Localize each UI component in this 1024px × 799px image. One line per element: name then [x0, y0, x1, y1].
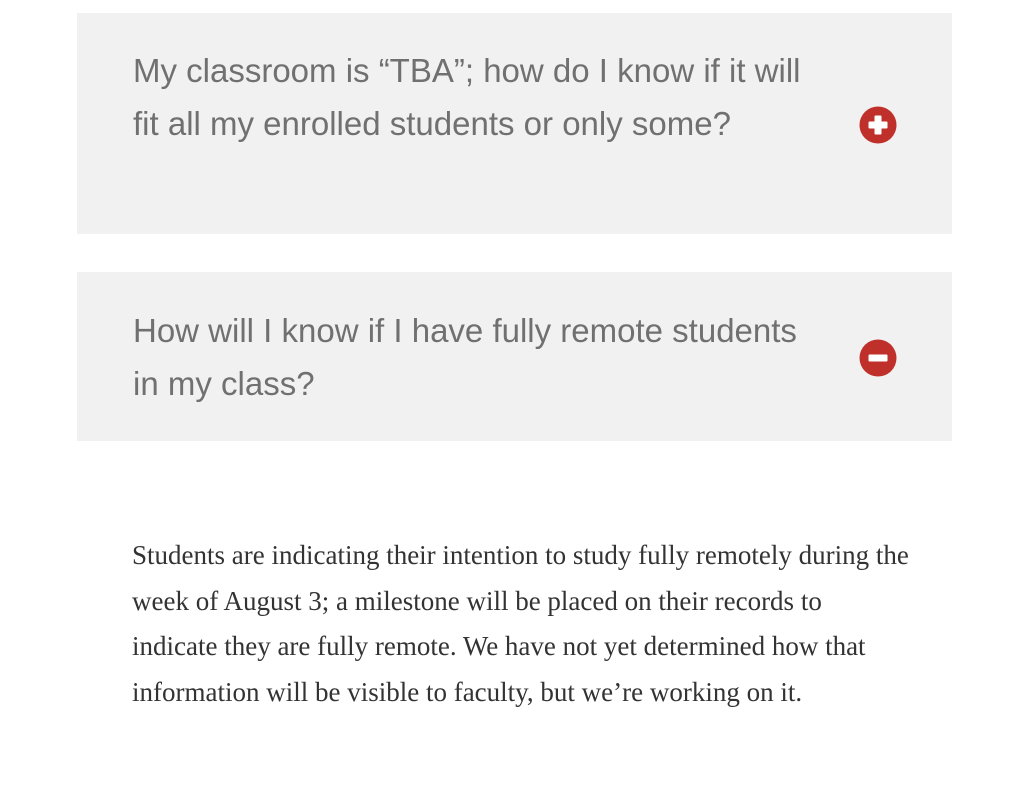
- faq-page: My classroom is “TBA”; how do I know if …: [0, 0, 1024, 799]
- faq-item-remote-students[interactable]: How will I know if I have fully remote s…: [77, 272, 952, 441]
- plus-circle-icon[interactable]: [859, 106, 897, 144]
- minus-circle-icon[interactable]: [859, 339, 897, 377]
- faq-question[interactable]: My classroom is “TBA”; how do I know if …: [133, 44, 823, 150]
- faq-item-classroom-tba[interactable]: My classroom is “TBA”; how do I know if …: [77, 13, 952, 234]
- faq-question[interactable]: How will I know if I have fully remote s…: [133, 304, 823, 410]
- faq-answer: Students are indicating their intention …: [132, 540, 909, 707]
